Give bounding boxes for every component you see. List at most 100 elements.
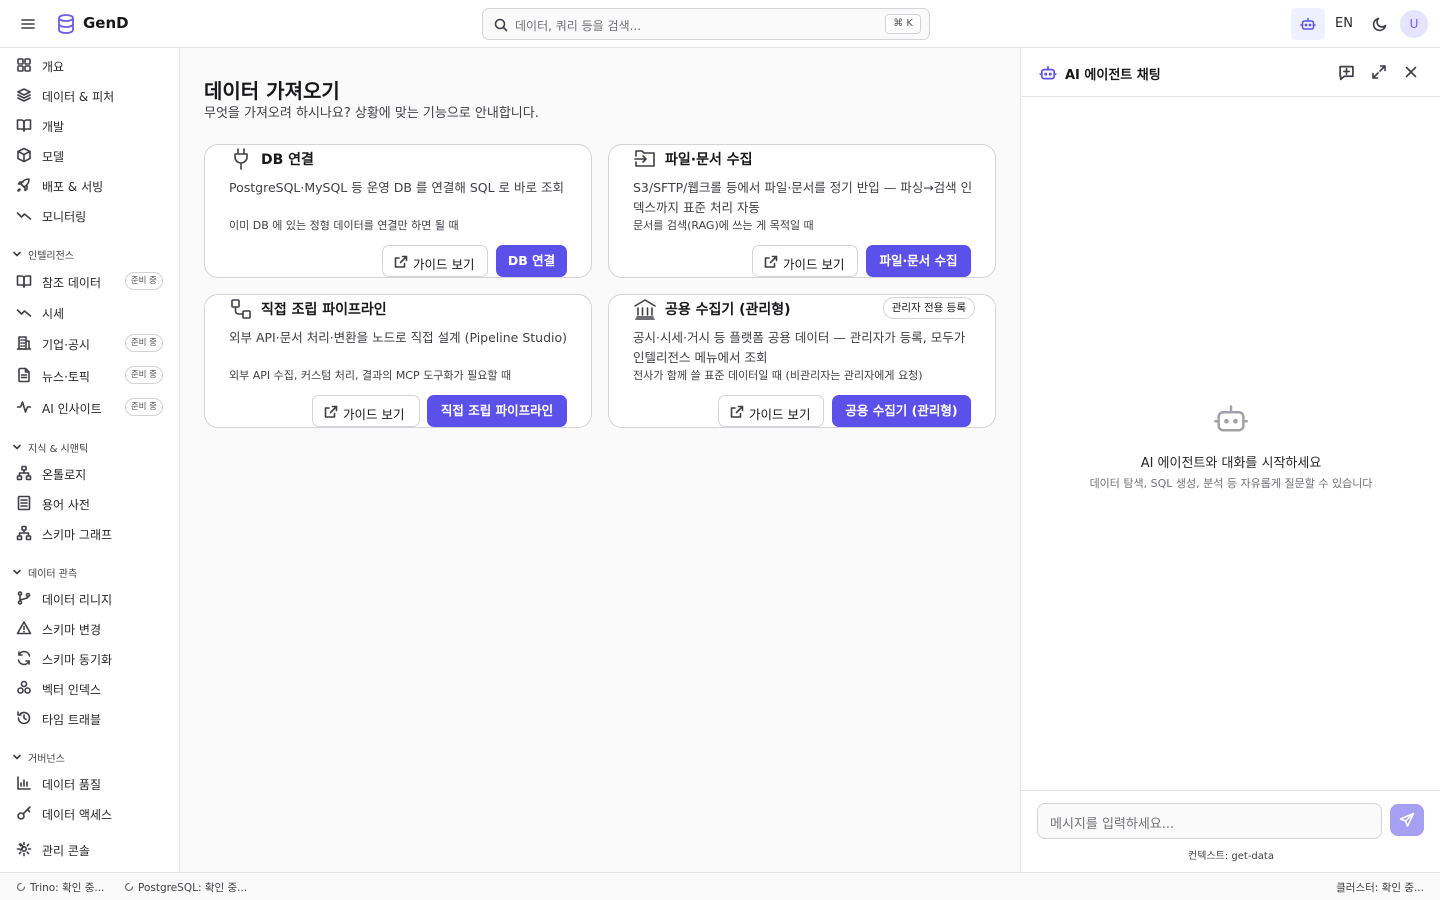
sidebar: 개요 데이터 & 피처 개발 모델 배포 & 서빙 모니터링 인텔리전스 참조 … bbox=[0, 48, 180, 872]
card-description: S3/SFTP/웹크롤 등에서 파일·문서를 정기 반입 — 파싱→검색 인덱스… bbox=[633, 180, 973, 215]
sidebar-item-label: 데이터 품질 bbox=[42, 778, 102, 792]
chat-message-input[interactable]: 메시지를 입력하세요... bbox=[1037, 803, 1382, 839]
sidebar-item-glossary[interactable]: 용어 사전 bbox=[0, 488, 179, 518]
sidebar-item-corporate[interactable]: 기업·공시 준비 중 bbox=[0, 328, 179, 358]
close-icon[interactable] bbox=[1403, 64, 1419, 80]
guide-button[interactable]: 가이드 보기 bbox=[752, 245, 858, 277]
history-icon bbox=[17, 711, 31, 725]
card-hint: 이미 DB 에 있는 정형 데이터를 연결만 하면 될 때 bbox=[229, 219, 459, 232]
file-ingest-button[interactable]: 파일·문서 수집 bbox=[866, 245, 971, 277]
sidebar-item-label: 참조 데이터 bbox=[42, 276, 102, 290]
chevron-right-icon bbox=[19, 843, 25, 851]
network-icon bbox=[16, 525, 32, 541]
sidebar-item-label: 개요 bbox=[42, 60, 65, 74]
guide-button-label: 가이드 보기 bbox=[783, 257, 845, 272]
sidebar-item-monitoring[interactable]: 모니터링 bbox=[0, 200, 179, 230]
guide-button-label: 가이드 보기 bbox=[413, 257, 475, 272]
sidebar-item-admin-console[interactable]: 관리 콘솔 bbox=[0, 834, 179, 864]
sidebar-item-label: 개발 bbox=[42, 120, 65, 134]
chevron-down-icon bbox=[13, 444, 21, 450]
custom-pipeline-button[interactable]: 직접 조립 파이프라인 bbox=[427, 395, 567, 427]
guide-button[interactable]: 가이드 보기 bbox=[312, 395, 420, 427]
sidebar-item-label: 데이터 액세스 bbox=[42, 808, 113, 822]
sidebar-item-ontology[interactable]: 온톨로지 bbox=[0, 458, 179, 488]
sidebar-item-lineage[interactable]: 데이터 리니지 bbox=[0, 583, 179, 613]
card-description: 외부 API·문서 처리·변환을 노드로 직접 설계 (Pipeline Stu… bbox=[229, 330, 568, 345]
admin-only-badge: 관리자 전용 등록 bbox=[882, 297, 975, 319]
activity-icon bbox=[16, 212, 32, 220]
card-db-connect: DB 연결 PostgreSQL·MySQL 등 운영 DB 를 연결해 SQL… bbox=[204, 144, 592, 278]
sidebar-item-quotes[interactable]: 시세 bbox=[0, 297, 179, 327]
user-avatar[interactable]: U bbox=[1400, 10, 1428, 38]
sidebar-item-data-access[interactable]: 데이터 액세스 bbox=[0, 798, 179, 828]
ai-agent-toggle-button[interactable] bbox=[1291, 8, 1325, 40]
new-chat-icon[interactable] bbox=[1338, 64, 1355, 81]
git-branch-icon bbox=[17, 591, 31, 605]
rocket-icon bbox=[17, 178, 30, 192]
card-hint: 외부 API 수집, 커스텀 처리, 결과의 MCP 도구화가 필요할 때 bbox=[229, 369, 512, 382]
status-badge: 준비 중 bbox=[124, 272, 163, 290]
book-open-icon bbox=[16, 275, 32, 288]
pulse-icon bbox=[16, 401, 32, 413]
sidebar-item-overview[interactable]: 개요 bbox=[0, 50, 179, 80]
bot-icon bbox=[1214, 405, 1248, 432]
card-title: 공용 수집기 (관리형) bbox=[665, 302, 791, 318]
box-icon bbox=[17, 147, 31, 163]
key-icon bbox=[17, 806, 31, 820]
moon-icon[interactable] bbox=[1371, 15, 1389, 33]
language-toggle[interactable]: EN bbox=[1335, 16, 1353, 31]
sidebar-item-ai-insight[interactable]: AI 인사이트 준비 중 bbox=[0, 392, 179, 422]
external-link-icon bbox=[394, 255, 408, 268]
managed-collector-button[interactable]: 공용 수집기 (관리형) bbox=[832, 395, 971, 427]
external-link-icon bbox=[324, 405, 338, 418]
sidebar-item-schema-graph[interactable]: 스키마 그래프 bbox=[0, 518, 179, 548]
sidebar-item-schema-change[interactable]: 스키마 변경 bbox=[0, 613, 179, 643]
sidebar-item-label: 스키마 동기화 bbox=[42, 653, 113, 667]
main-content: 데이터 가져오기 무엇을 가져오려 하시나요? 상황에 맞는 기능으로 안내합니… bbox=[180, 48, 1020, 872]
sidebar-item-news[interactable]: 뉴스·토픽 준비 중 bbox=[0, 360, 179, 390]
card-title: 파일·문서 수집 bbox=[665, 152, 753, 168]
sidebar-item-reference-data[interactable]: 참조 데이터 준비 중 bbox=[0, 266, 179, 296]
chat-composer: 메시지를 입력하세요... 컨텍스트: get-data bbox=[1021, 790, 1440, 872]
global-search[interactable]: 데이터, 쿼리 등을 검색... ⌘ K bbox=[482, 8, 930, 40]
send-button[interactable] bbox=[1390, 804, 1424, 836]
card-file-ingest: 파일·문서 수집 S3/SFTP/웹크롤 등에서 파일·문서를 정기 반입 — … bbox=[608, 144, 996, 278]
sidebar-item-label: 기업·공시 bbox=[42, 338, 90, 352]
chat-title: AI 에이전트 채팅 bbox=[1065, 68, 1161, 83]
expand-icon[interactable] bbox=[1371, 64, 1387, 80]
database-logo-icon bbox=[56, 13, 76, 35]
guide-button-label: 가이드 보기 bbox=[749, 407, 811, 422]
search-placeholder: 데이터, 쿼리 등을 검색... bbox=[515, 19, 642, 33]
search-icon bbox=[493, 17, 509, 33]
card-hint: 문서를 검색(RAG)에 쓰는 게 목적일 때 bbox=[633, 219, 814, 232]
chevron-down-icon bbox=[13, 251, 21, 257]
sidebar-item-label: AI 인사이트 bbox=[42, 402, 102, 416]
sidebar-item-data-features[interactable]: 데이터 & 피처 bbox=[0, 80, 179, 110]
chat-empty-subtitle: 데이터 탐색, SQL 생성, 분석 등 자유롭게 질문할 수 있습니다 bbox=[1089, 477, 1373, 490]
landmark-icon bbox=[634, 299, 656, 320]
book-open-icon bbox=[16, 119, 32, 132]
sidebar-item-deploy[interactable]: 배포 & 서빙 bbox=[0, 170, 179, 200]
sidebar-item-schema-sync[interactable]: 스키마 동기화 bbox=[0, 643, 179, 673]
file-text-icon bbox=[18, 367, 30, 383]
file-import-icon bbox=[634, 150, 655, 167]
chevron-down-icon bbox=[13, 754, 21, 760]
sidebar-item-vector-index[interactable]: 벡터 인덱스 bbox=[0, 673, 179, 703]
status-bar: Trino: 확인 중... PostgreSQL: 확인 중... 클러스터:… bbox=[0, 872, 1440, 900]
section-title: 데이터 관측 bbox=[28, 569, 78, 580]
sidebar-item-label: 모니터링 bbox=[42, 210, 87, 224]
alert-triangle-icon bbox=[16, 621, 32, 635]
loading-spinner-icon bbox=[124, 882, 134, 892]
sidebar-item-time-travel[interactable]: 타임 트래블 bbox=[0, 703, 179, 733]
brand-name[interactable]: GenD bbox=[83, 14, 129, 32]
sidebar-item-models[interactable]: 모델 bbox=[0, 140, 179, 170]
sidebar-item-development[interactable]: 개발 bbox=[0, 110, 179, 140]
db-connect-button[interactable]: DB 연결 bbox=[496, 245, 567, 277]
top-header: GenD 데이터, 쿼리 등을 검색... ⌘ K EN U bbox=[0, 0, 1440, 48]
card-title: 직접 조립 파이프라인 bbox=[261, 302, 387, 318]
guide-button[interactable]: 가이드 보기 bbox=[382, 245, 488, 277]
sidebar-item-data-quality[interactable]: 데이터 품질 bbox=[0, 768, 179, 798]
guide-button[interactable]: 가이드 보기 bbox=[718, 395, 824, 427]
menu-icon[interactable] bbox=[18, 14, 38, 34]
cluster-status: 클러스터: 확인 중... bbox=[1336, 882, 1424, 894]
